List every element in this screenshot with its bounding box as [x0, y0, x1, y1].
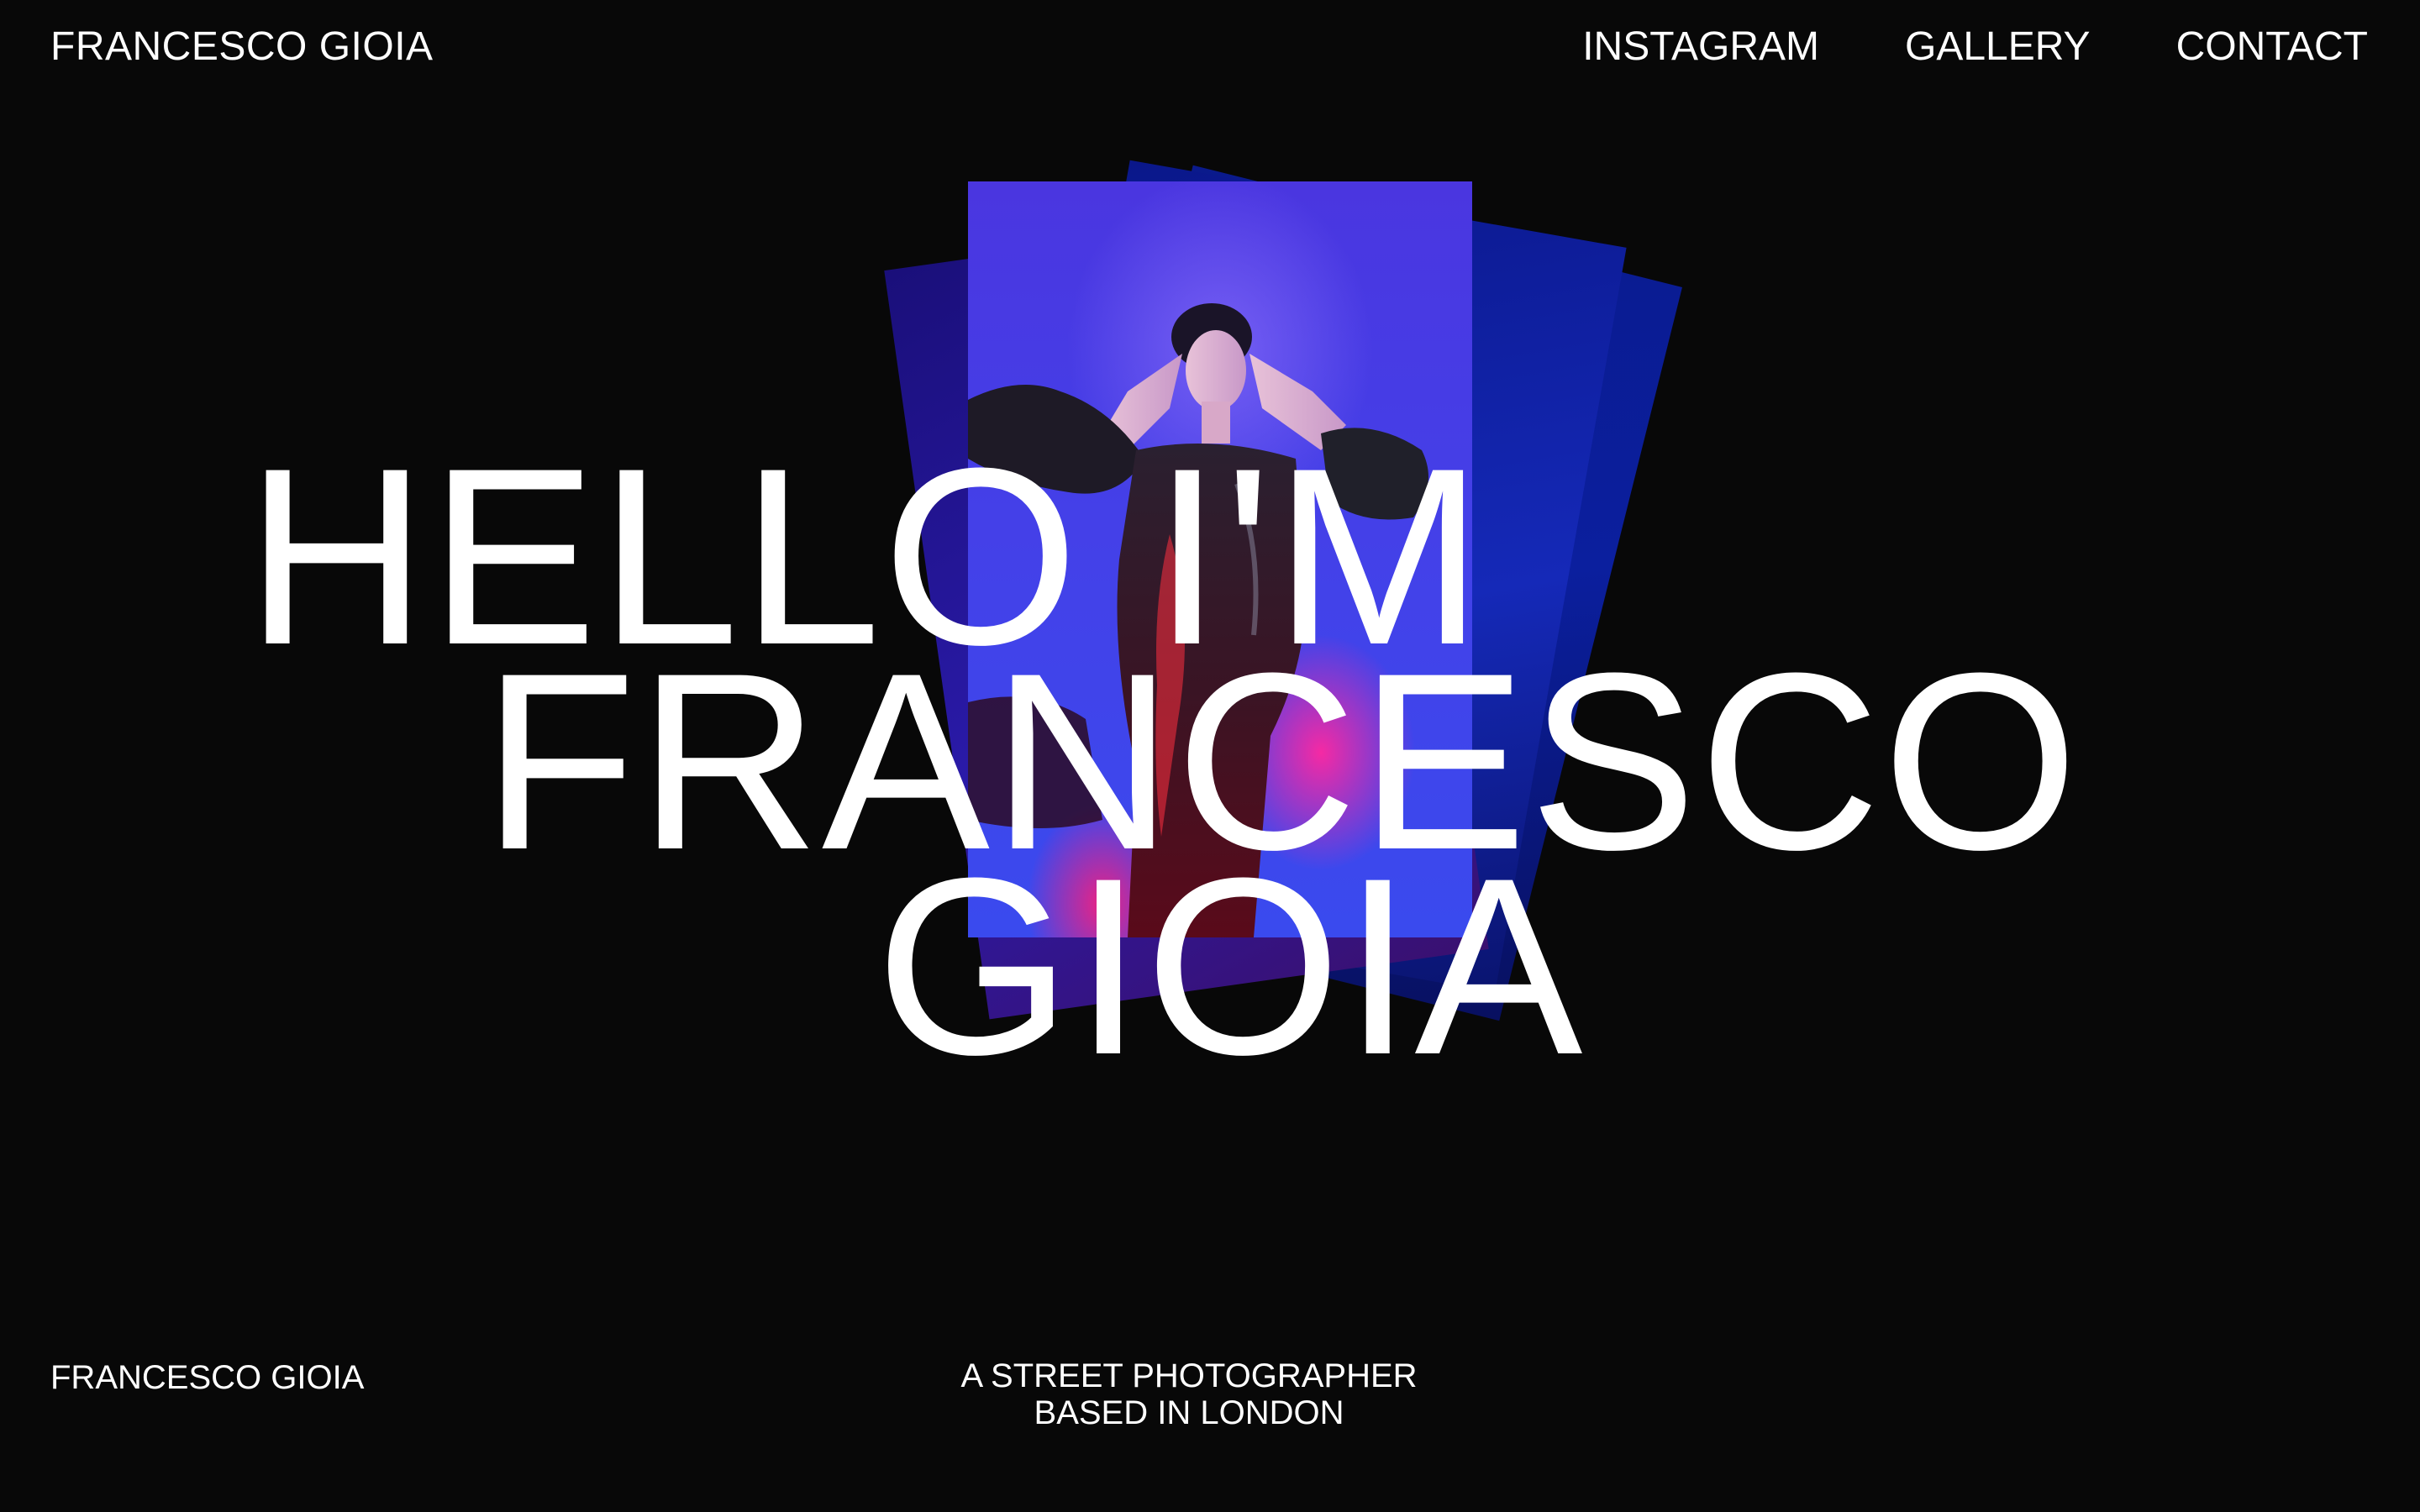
- tagline-line: A STREET PHOTOGRAPHER: [960, 1357, 1418, 1394]
- site-logo-link[interactable]: FRANCESCO GIOIA: [50, 24, 434, 71]
- nav-link-instagram[interactable]: INSTAGRAM: [1582, 24, 1819, 71]
- tagline: A STREET PHOTOGRAPHER BASED IN LONDON: [924, 1357, 1454, 1431]
- main-nav: INSTAGRAM GALLERY CONTACT: [1582, 24, 2368, 71]
- footer-brand-name: FRANCESCO GIOIA: [50, 1359, 365, 1396]
- hero-headline: HELLO I'M FRANCESCO GIOIA: [0, 430, 2420, 1092]
- nav-link-gallery[interactable]: GALLERY: [1905, 24, 2091, 71]
- tagline-line: BASED IN LONDON: [1034, 1394, 1344, 1431]
- nav-link-contact[interactable]: CONTACT: [2176, 24, 2368, 71]
